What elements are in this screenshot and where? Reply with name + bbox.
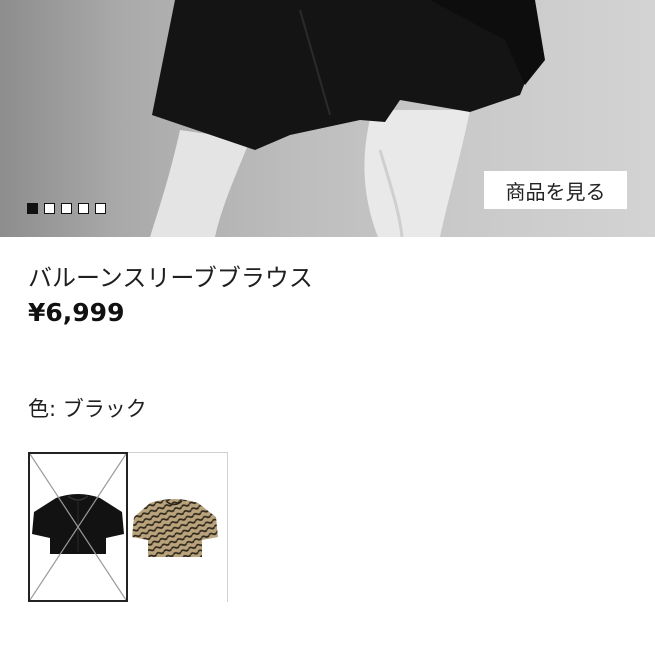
color-label: 色: [28, 397, 57, 421]
product-hero-image[interactable]: 商品を見る [0, 0, 655, 237]
carousel-dot-3[interactable] [61, 203, 72, 214]
swatch-black[interactable] [28, 452, 128, 602]
carousel-dot-5[interactable] [95, 203, 106, 214]
color-selection-label: 色: ブラック [28, 393, 147, 423]
product-title: バルーンスリーブブラウス [28, 264, 313, 292]
color-swatches [28, 452, 228, 603]
product-price: ¥6,999 [28, 298, 125, 327]
swatch-zebra-beige[interactable] [128, 452, 228, 603]
black-blouse-thumbnail [30, 454, 126, 600]
view-product-button[interactable]: 商品を見る [484, 171, 627, 209]
carousel-dot-4[interactable] [78, 203, 89, 214]
zebra-blouse-thumbnail [128, 453, 227, 603]
carousel-indicators [27, 203, 106, 214]
color-value: ブラック [62, 397, 147, 421]
carousel-dot-2[interactable] [44, 203, 55, 214]
carousel-dot-1[interactable] [27, 203, 38, 214]
